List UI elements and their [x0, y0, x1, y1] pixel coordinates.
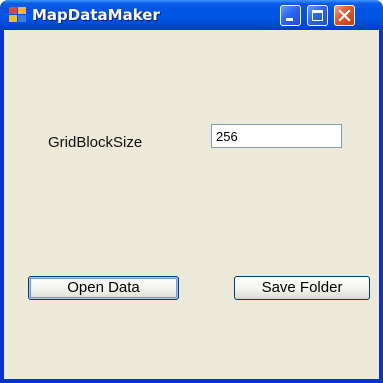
maximize-icon	[312, 10, 323, 21]
open-data-button[interactable]: Open Data	[28, 276, 179, 300]
title-bar[interactable]: MapDataMaker	[0, 0, 383, 30]
minimize-icon	[286, 18, 293, 21]
window-title: MapDataMaker	[32, 6, 160, 24]
minimize-button[interactable]	[280, 5, 301, 26]
form-client-area: GridBlockSize Open Data Save Folder	[4, 30, 379, 379]
close-icon	[338, 9, 351, 22]
maximize-button[interactable]	[307, 5, 328, 26]
close-button[interactable]	[334, 5, 355, 26]
grid-block-size-label: GridBlockSize	[48, 134, 143, 151]
app-window: MapDataMaker GridBlockSize Open Data Sav…	[0, 0, 383, 383]
grid-block-size-input[interactable]	[211, 124, 342, 148]
save-folder-button[interactable]: Save Folder	[234, 276, 370, 300]
app-icon	[9, 7, 27, 23]
